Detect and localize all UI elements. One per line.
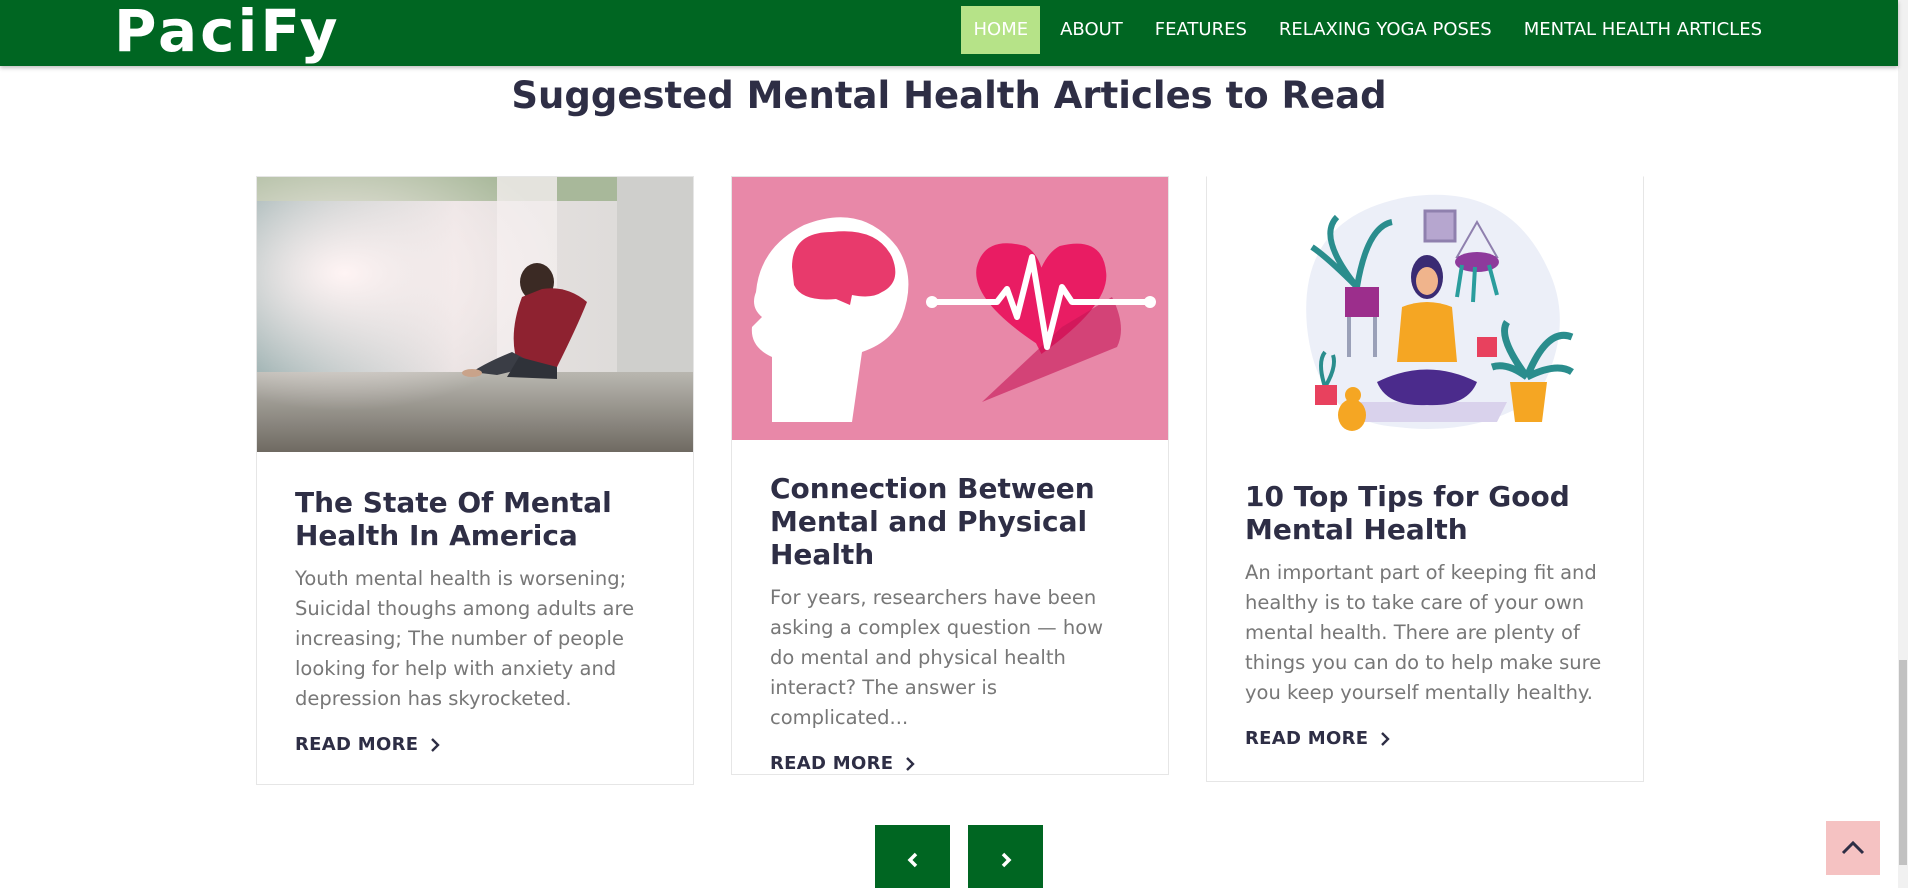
article-body-1: The State Of Mental Health In America Yo… <box>257 452 693 755</box>
article-title[interactable]: 10 Top Tips for Good Mental Health <box>1245 480 1605 546</box>
nav-mental-health-articles[interactable]: MENTAL HEALTH ARTICLES <box>1512 6 1774 54</box>
back-to-top-button[interactable] <box>1826 821 1880 875</box>
nav-yoga-poses[interactable]: RELAXING YOGA POSES <box>1267 6 1504 54</box>
read-more-link[interactable]: READ MORE <box>295 734 441 755</box>
chevron-left-icon <box>907 852 917 868</box>
chevron-up-icon <box>1841 840 1865 855</box>
article-body-2: Connection Between Mental and Physical H… <box>732 440 1168 774</box>
article-body-3: 10 Top Tips for Good Mental Health An im… <box>1207 450 1643 749</box>
read-more-link[interactable]: READ MORE <box>770 753 916 774</box>
article-excerpt: An important part of keeping fit and hea… <box>1245 561 1602 704</box>
main-nav: HOME ABOUT FEATURES RELAXING YOGA POSES … <box>961 6 1774 54</box>
nav-features[interactable]: FEATURES <box>1143 6 1259 54</box>
read-more-label: READ MORE <box>1245 728 1369 749</box>
scrollbar-thumb[interactable] <box>1899 660 1907 865</box>
page-scrollbar[interactable] <box>1898 0 1908 888</box>
chevron-right-icon <box>431 737 441 752</box>
article-card-3: 10 Top Tips for Good Mental Health An im… <box>1206 176 1644 782</box>
article-image-meditation[interactable] <box>1207 177 1643 450</box>
article-image-brain-heart[interactable] <box>732 177 1168 440</box>
read-more-link[interactable]: READ MORE <box>1245 728 1391 749</box>
article-title[interactable]: The State Of Mental Health In America <box>295 486 655 552</box>
read-more-label: READ MORE <box>770 753 894 774</box>
article-excerpt: Youth mental health is worsening; Suicid… <box>295 567 635 710</box>
nav-home[interactable]: HOME <box>961 6 1041 54</box>
read-more-label: READ MORE <box>295 734 419 755</box>
carousel-next-button[interactable] <box>968 825 1043 888</box>
nav-about[interactable]: ABOUT <box>1048 6 1135 54</box>
article-image-sad-person[interactable] <box>257 177 693 452</box>
article-card-2: Connection Between Mental and Physical H… <box>731 176 1169 775</box>
article-title[interactable]: Connection Between Mental and Physical H… <box>770 472 1130 571</box>
brand-logo[interactable]: PaciFy <box>114 0 341 66</box>
chevron-right-icon <box>1001 852 1011 868</box>
carousel-prev-button[interactable] <box>875 825 950 888</box>
chevron-right-icon <box>1381 731 1391 746</box>
navbar: PaciFy HOME ABOUT FEATURES RELAXING YOGA… <box>0 0 1898 66</box>
article-excerpt: For years, researchers have been asking … <box>770 586 1104 729</box>
article-card-1: The State Of Mental Health In America Yo… <box>256 176 694 785</box>
section-title: Suggested Mental Health Articles to Read <box>511 74 1387 117</box>
chevron-right-icon <box>906 756 916 771</box>
